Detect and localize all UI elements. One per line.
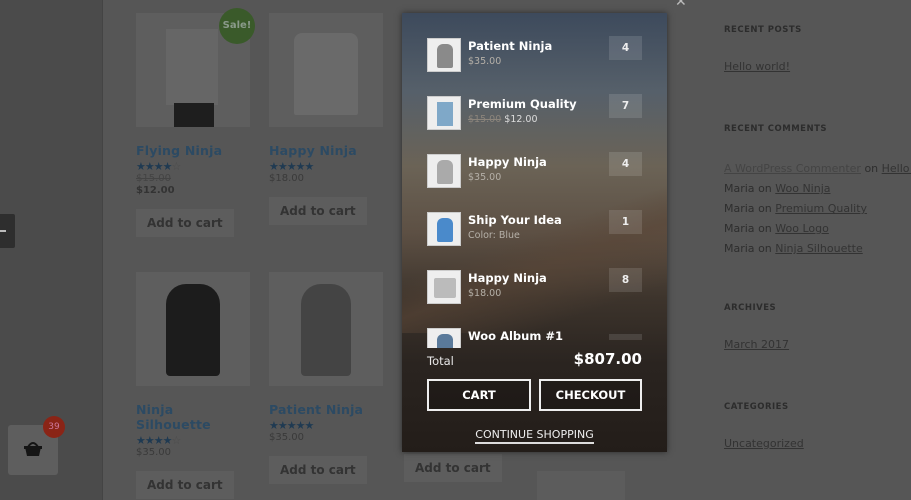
comment-item: Maria on Premium Quality <box>724 199 911 219</box>
item-name[interactable]: Premium Quality <box>468 97 577 111</box>
comment-post-link[interactable]: Woo Ninja <box>775 182 830 195</box>
product-name[interactable]: Flying Ninja <box>136 143 251 158</box>
product-price: $35.00 <box>269 432 304 443</box>
add-to-cart-button[interactable]: Add to cart <box>269 197 367 225</box>
item-variant: Color: Blue <box>468 230 520 241</box>
total-label: Total <box>427 354 454 368</box>
comment-item: Maria on Woo Ninja <box>724 179 911 199</box>
comment-author-link[interactable]: A WordPress Commenter <box>724 162 861 175</box>
cart-item: Ship Your Idea Color: Blue 1 <box>427 210 647 247</box>
item-thumbnail[interactable] <box>427 212 461 246</box>
widget-title: RECENT COMMENTS <box>724 124 827 134</box>
minus-icon <box>0 230 6 232</box>
product-price: $15.00 $12.00 <box>136 173 175 196</box>
post-link[interactable]: Hello world! <box>724 60 790 73</box>
comment-item: A WordPress Commenter on Hello wo <box>724 159 911 179</box>
archives-widget: ARCHIVES March 2017 <box>724 303 789 351</box>
comment-item: Maria on Ninja Silhouette <box>724 239 911 259</box>
checkout-button[interactable]: CHECKOUT <box>539 379 642 411</box>
item-thumbnail[interactable] <box>427 154 461 188</box>
add-to-cart-button[interactable]: Add to cart <box>269 456 367 484</box>
item-thumbnail[interactable] <box>427 38 461 72</box>
item-price: $18.00 <box>468 288 502 299</box>
category-link[interactable]: Uncategorized <box>724 437 804 450</box>
cart-item: Patient Ninja $35.00 4 <box>427 36 647 73</box>
on-text: on <box>758 182 772 195</box>
side-toggle-button[interactable] <box>0 214 15 248</box>
product-card: Patient Ninja ★★★★★ $35.00 Add to cart <box>269 272 384 484</box>
continue-shopping-link[interactable]: CONTINUE SHOPPING <box>475 428 594 444</box>
on-text: on <box>758 202 772 215</box>
comment-item: Maria on Woo Logo <box>724 219 911 239</box>
cart-item: Happy Ninja $35.00 4 <box>427 152 647 189</box>
product-name[interactable]: Ninja Silhouette <box>136 402 251 432</box>
comment-author: Maria <box>724 222 755 235</box>
product-image[interactable] <box>269 272 383 386</box>
widget-title: ARCHIVES <box>724 303 777 313</box>
add-to-cart-button[interactable]: Add to cart <box>404 454 502 482</box>
item-quantity[interactable] <box>609 334 642 340</box>
product-button[interactable] <box>537 471 625 500</box>
cart-item: Woo Album #1 <box>427 328 647 348</box>
item-name[interactable]: Patient Ninja <box>468 39 552 53</box>
product-card: Ninja Silhouette ★★★★☆ $35.00 Add to car… <box>136 272 251 499</box>
item-quantity[interactable]: 4 <box>609 152 642 176</box>
product-image[interactable] <box>269 13 383 127</box>
item-thumbnail[interactable] <box>427 270 461 304</box>
product-price: $18.00 <box>269 173 304 184</box>
comment-post-link[interactable]: Ninja Silhouette <box>775 242 862 255</box>
item-quantity[interactable]: 7 <box>609 94 642 118</box>
item-price: $35.00 <box>468 56 502 67</box>
item-thumbnail[interactable] <box>427 328 461 348</box>
comment-author: Maria <box>724 242 755 255</box>
archive-link[interactable]: March 2017 <box>724 338 789 351</box>
close-icon[interactable]: ✕ <box>675 0 687 10</box>
recent-posts-widget: RECENT POSTS Hello world! <box>724 25 802 73</box>
product-name[interactable]: Happy Ninja <box>269 143 384 158</box>
comment-post-link[interactable]: Hello wo <box>882 162 911 175</box>
product-price: $35.00 <box>136 447 171 458</box>
comment-author: Maria <box>724 202 755 215</box>
cart-button[interactable]: CART <box>427 379 531 411</box>
widget-title: CATEGORIES <box>724 402 789 412</box>
item-price: $35.00 <box>468 172 502 183</box>
item-quantity[interactable]: 8 <box>609 268 642 292</box>
item-name[interactable]: Happy Ninja <box>468 271 547 285</box>
on-text: on <box>758 242 772 255</box>
product-card: Flying Ninja ★★★★☆ $15.00 $12.00 Add to c… <box>136 13 251 237</box>
product-image[interactable] <box>136 272 250 386</box>
widget-title: RECENT POSTS <box>724 25 802 35</box>
item-name[interactable]: Woo Album #1 <box>468 329 563 343</box>
categories-widget: CATEGORIES Uncategorized <box>724 402 804 450</box>
star-rating: ★★★★☆ <box>136 434 181 447</box>
mini-cart-panel: Patient Ninja $35.00 4 Premium Quality $… <box>402 13 667 452</box>
item-thumbnail[interactable] <box>427 96 461 130</box>
item-name[interactable]: Ship Your Idea <box>468 213 562 227</box>
continue-shopping: CONTINUE SHOPPING <box>402 423 667 444</box>
cart-count-badge: 39 <box>43 416 65 438</box>
product-card: Happy Ninja ★★★★★ $18.00 Add to cart <box>269 13 384 225</box>
add-to-cart-button[interactable]: Add to cart <box>136 209 234 237</box>
star-rating: ★★★★☆ <box>136 160 181 173</box>
add-to-cart-button[interactable]: Add to cart <box>136 471 234 499</box>
cart-item: Happy Ninja $18.00 8 <box>427 268 647 305</box>
star-rating: ★★★★★ <box>269 160 314 173</box>
cart-item: Premium Quality $15.00 $12.00 7 <box>427 94 647 131</box>
product-name[interactable]: Patient Ninja <box>269 402 384 417</box>
on-text: on <box>758 222 772 235</box>
item-price: $15.00 $12.00 <box>468 114 538 125</box>
star-rating: ★★★★★ <box>269 419 314 432</box>
total-value: $807.00 <box>573 350 642 368</box>
comment-post-link[interactable]: Woo Logo <box>775 222 829 235</box>
comment-author: Maria <box>724 182 755 195</box>
sale-badge: Sale! <box>219 8 255 44</box>
cart-items-list[interactable]: Patient Ninja $35.00 4 Premium Quality $… <box>402 13 667 348</box>
item-name[interactable]: Happy Ninja <box>468 155 547 169</box>
item-quantity[interactable]: 4 <box>609 36 642 60</box>
on-text: on <box>864 162 879 175</box>
comment-post-link[interactable]: Premium Quality <box>775 202 867 215</box>
item-quantity[interactable]: 1 <box>609 210 642 234</box>
recent-comments-widget: RECENT COMMENTS A WordPress Commenter on… <box>724 124 911 259</box>
